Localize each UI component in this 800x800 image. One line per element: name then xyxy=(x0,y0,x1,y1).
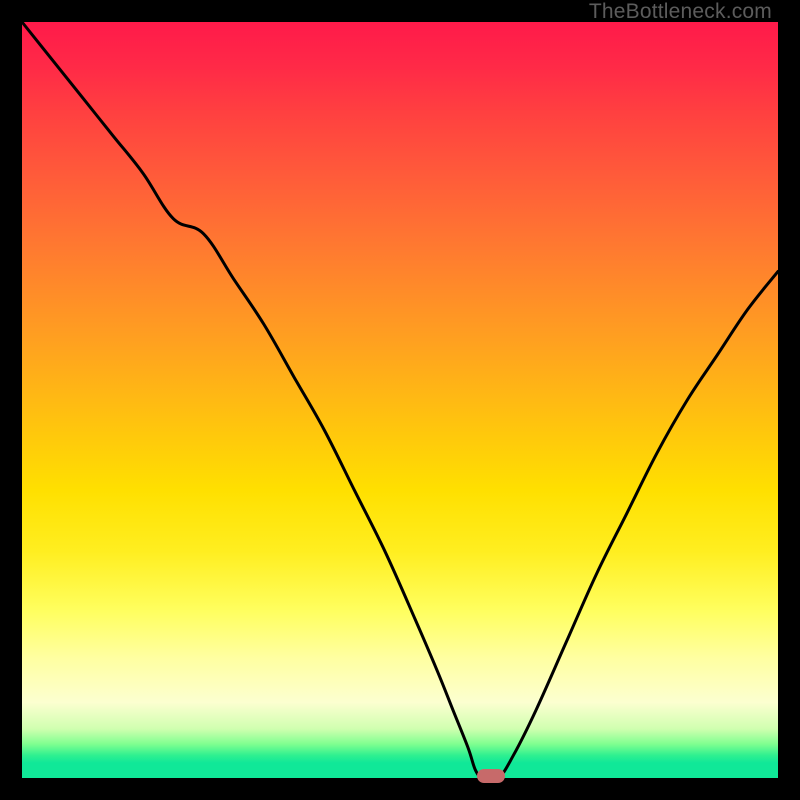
chart-container: TheBottleneck.com xyxy=(0,0,800,800)
plot-area xyxy=(22,22,778,778)
watermark-text: TheBottleneck.com xyxy=(589,0,772,24)
optimal-marker xyxy=(477,769,505,783)
bottleneck-curve xyxy=(22,22,778,778)
